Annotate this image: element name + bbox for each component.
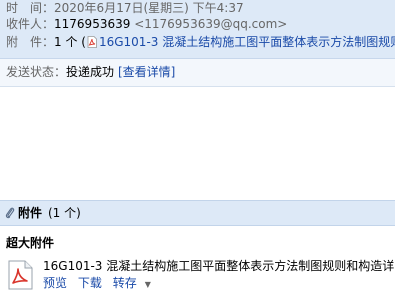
- mail-header: 时 间：2020年6月17日(星期三) 下午4:37 收件人：117695363…: [0, 0, 395, 58]
- attachment-file-link[interactable]: 16G101-3 混凝土结构施工图平面整体表示方法制图规则: [99, 35, 395, 49]
- attachment-label: 附 件：: [6, 35, 55, 49]
- pdf-file-icon[interactable]: [7, 260, 33, 290]
- download-link[interactable]: 下载: [78, 276, 102, 290]
- save-to-link[interactable]: 转存: [113, 276, 137, 290]
- recipient-row: 收件人：1176953639 <1176953639@qq.com>: [6, 16, 287, 32]
- attachments-header: 附件 (1 个): [0, 200, 395, 226]
- recipient-label: 收件人：: [6, 17, 55, 31]
- delivery-status-bar: 发送状态： 投递成功 [查看详情]: [0, 58, 395, 87]
- chevron-down-icon: ▼: [144, 280, 151, 289]
- save-to-dropdown[interactable]: 转存 ▼: [113, 276, 158, 290]
- delivery-status-value: 投递成功: [66, 65, 115, 79]
- view-details-link[interactable]: [查看详情]: [118, 59, 175, 86]
- recipient-name[interactable]: 1176953639: [54, 17, 130, 31]
- attachments-title: 附件: [18, 206, 43, 220]
- paperclip-icon: [5, 207, 15, 219]
- preview-link[interactable]: 预览: [43, 276, 67, 290]
- attachment-file-name[interactable]: 16G101-3 混凝土结构施工图平面整体表示方法制图规则和构造详: [43, 258, 394, 274]
- time-value: 2020年6月17日(星期三) 下午4:37: [54, 1, 244, 15]
- attachments-count: (1 个): [48, 206, 81, 220]
- attachment-row: 附 件：1 个 ( 16G101-3 混凝土结构施工图平面整体表示方法制图规则: [6, 34, 395, 50]
- time-row: 时 间：2020年6月17日(星期三) 下午4:37: [6, 0, 244, 16]
- attachment-actions: 预览 下载 转存 ▼: [43, 275, 165, 291]
- large-attachment-title: 超大附件: [6, 236, 55, 250]
- recipient-email: <1176953639@qq.com>: [134, 17, 288, 31]
- pdf-icon: [87, 36, 97, 48]
- attachment-count: 1 个 (: [54, 35, 86, 49]
- time-label: 时 间：: [6, 1, 55, 15]
- delivery-status-label: 发送状态：: [6, 65, 67, 79]
